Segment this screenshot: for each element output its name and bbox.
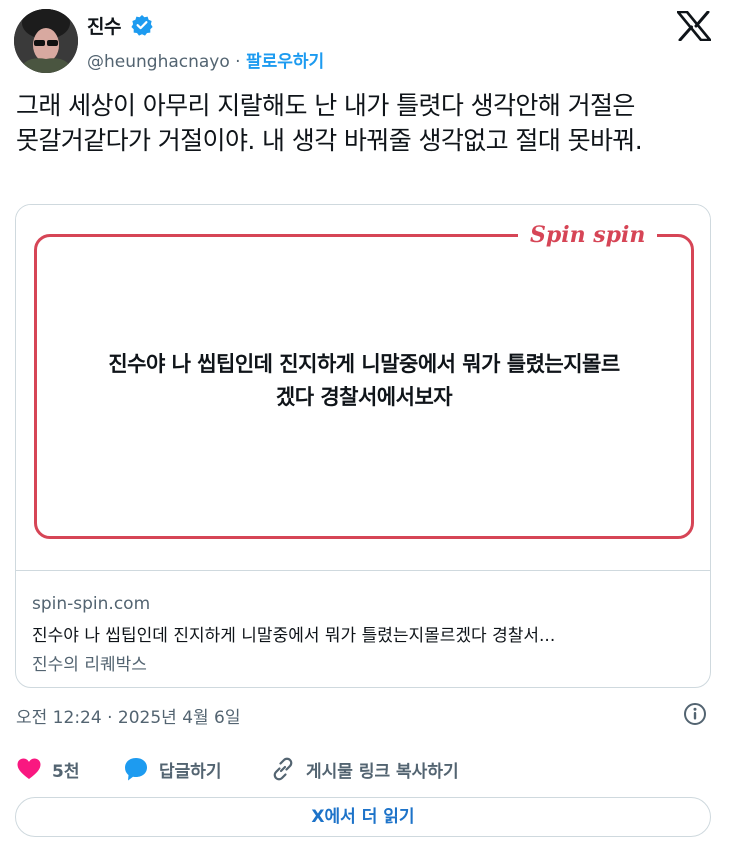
link-icon: [273, 757, 293, 781]
follow-button[interactable]: 팔로우하기: [246, 52, 324, 72]
reply-button[interactable]: 답글하기: [123, 755, 222, 783]
x-logo-icon[interactable]: [677, 11, 711, 41]
card-headline-line1: 진수야 나 씹팁인데 진지하게 니말중에서 뭐가 틀렸는지몰르: [108, 352, 620, 376]
card-description: 진수야 나 씹팁인데 진지하게 니말중에서 뭐가 틀렸는지몰르겠다 경찰서...: [32, 626, 556, 646]
like-count: 5천: [52, 761, 80, 782]
link-card[interactable]: Spin spin 진수야 나 씹팁인데 진지하게 니말중에서 뭐가 틀렸는지몰…: [15, 204, 711, 688]
avatar-image: [14, 9, 78, 73]
card-footer: spin-spin.com 진수야 나 씹팁인데 진지하게 니말중에서 뭐가 틀…: [16, 570, 710, 687]
tweet-timestamp[interactable]: 오전 12:24 · 2025년 4월 6일: [16, 703, 241, 728]
card-headline: 진수야 나 씹팁인데 진지하게 니말중에서 뭐가 틀렸는지몰르 겠다 경찰서에서…: [46, 348, 682, 414]
card-subtitle: 진수의 리퀘박스: [32, 655, 147, 675]
copy-link-label: 게시물 링크 복사하기: [306, 761, 459, 782]
reply-bubble-icon: [125, 758, 147, 781]
reply-label: 답글하기: [159, 761, 222, 782]
author-handle[interactable]: @heunghacnayo: [87, 52, 230, 72]
tweet-text: 그래 세상이 아무리 지랄해도 난 내가 틀렷다 생각안해 거절은 못갈거같다가…: [16, 91, 643, 155]
info-icon[interactable]: [683, 702, 707, 726]
like-button[interactable]: 5천: [16, 755, 79, 783]
spin-spin-logo: Spin spin: [518, 221, 658, 249]
author-name[interactable]: 진수: [87, 12, 121, 39]
card-domain: spin-spin.com: [32, 594, 151, 614]
copy-link-button[interactable]: 게시물 링크 복사하기: [270, 755, 459, 783]
card-image: Spin spin 진수야 나 씹팁인데 진지하게 니말중에서 뭐가 틀렸는지몰…: [16, 205, 710, 569]
heart-icon: [17, 758, 41, 779]
card-headline-line2: 겠다 경찰서에서보자: [275, 385, 453, 409]
separator-dot: ·: [235, 52, 241, 72]
verified-badge-icon: [131, 15, 153, 36]
author-avatar[interactable]: [14, 9, 78, 73]
read-more-on-x-button[interactable]: X에서 더 읽기: [15, 797, 711, 837]
handle-row: @heunghacnayo · 팔로우하기: [87, 47, 324, 72]
